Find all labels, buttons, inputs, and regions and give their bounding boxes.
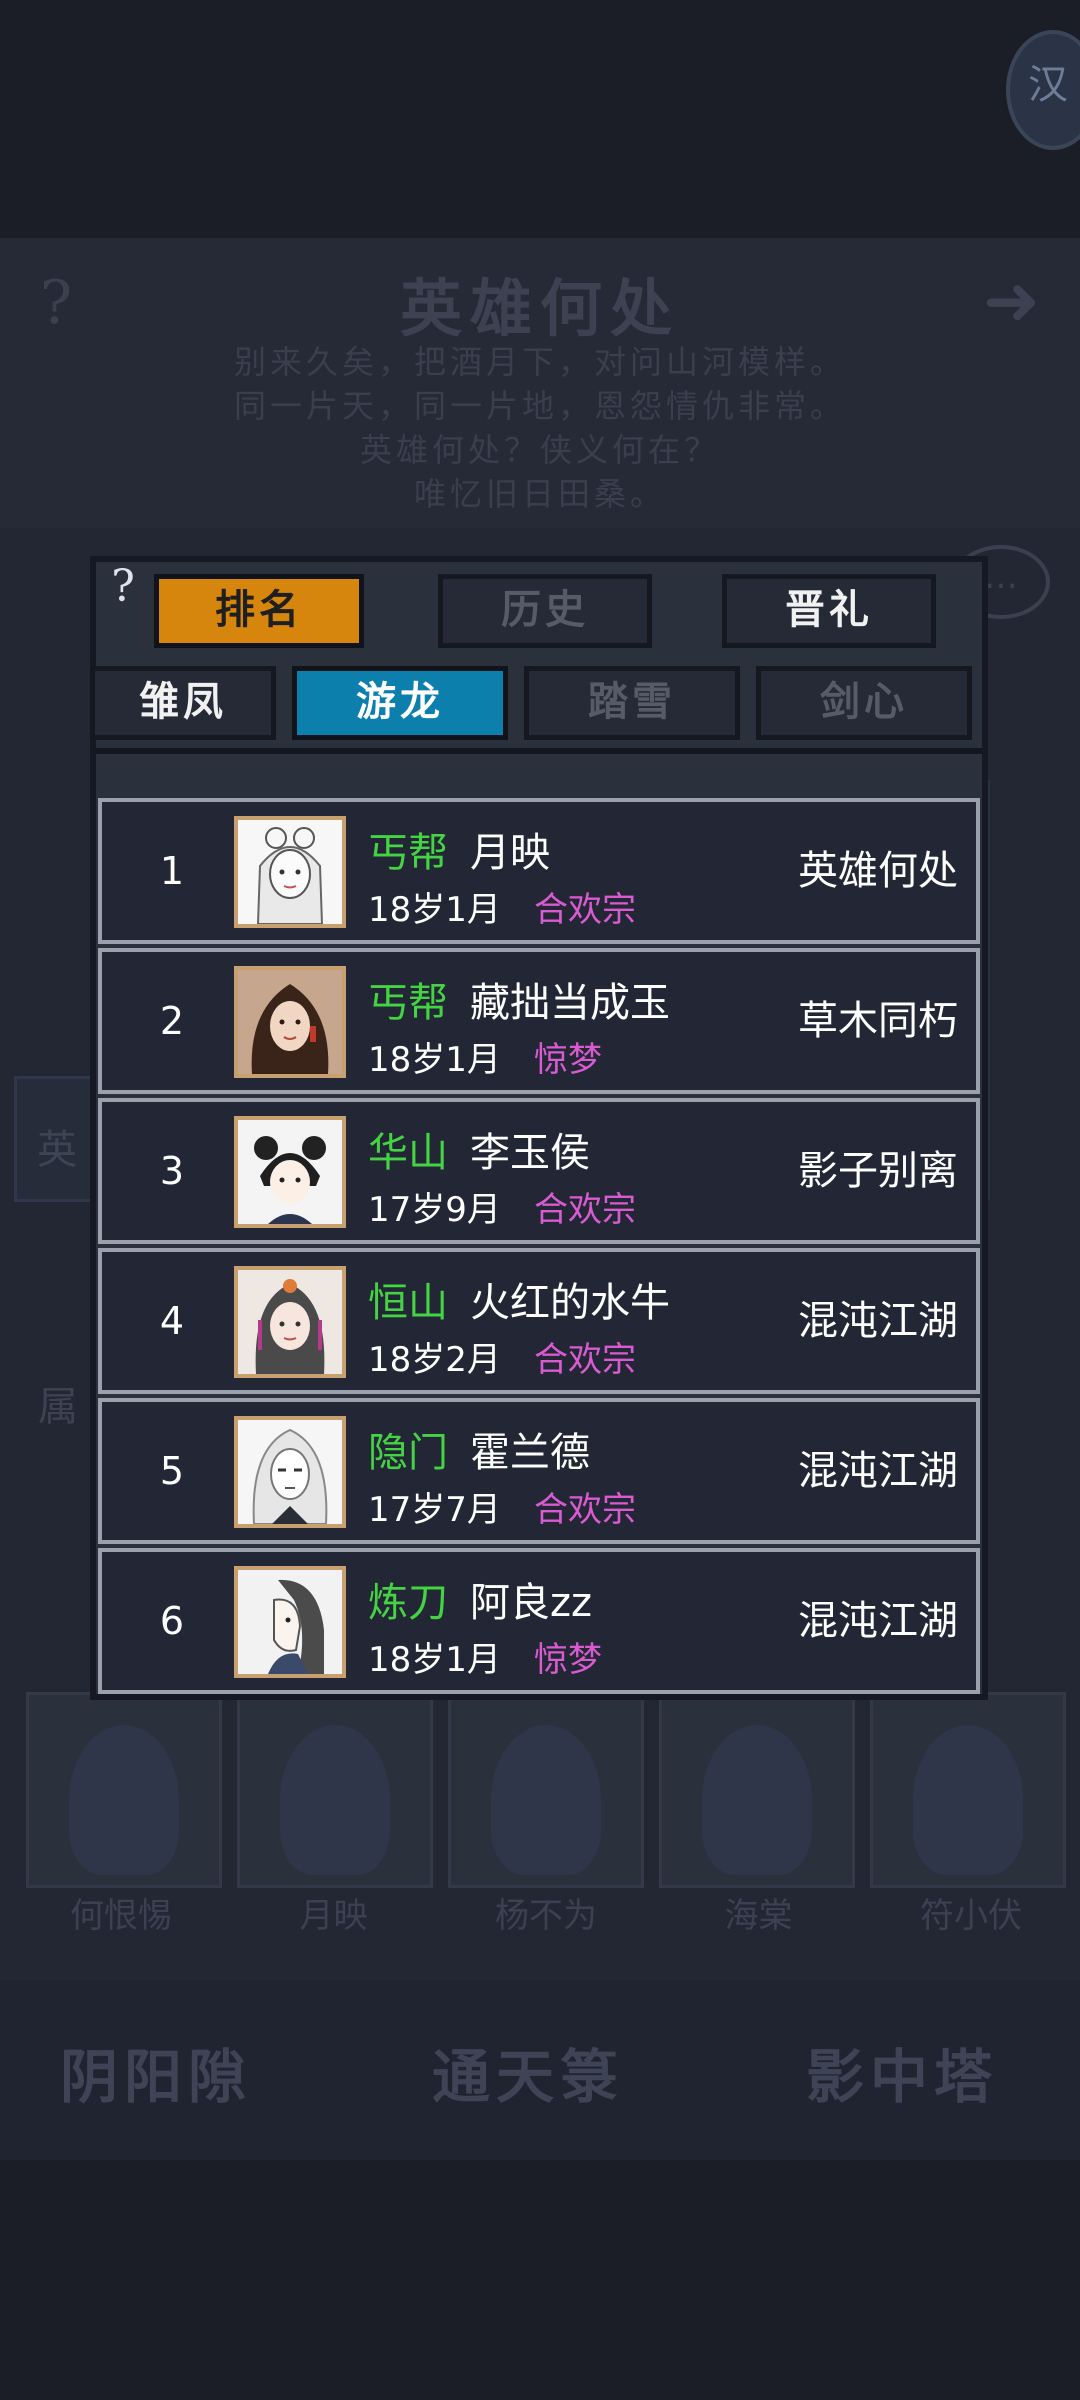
player-age: 17岁9月 [368,1190,501,1230]
rank-number: 3 [159,1149,185,1193]
poem-line: 同一片天，同一片地，恩怨情仇非常。 [233,387,846,425]
player-title: 草木同朽 [798,998,958,1044]
ranking-dialog: ? 排名 历史 晋礼 雏凤 游龙 踏雪 剑心 1 丐帮 月映 18岁1月 合欢宗… [90,556,988,1700]
avatar-portrait-icon [238,970,342,1074]
school-label: 惊梦 [534,1640,602,1680]
player-age: 18岁1月 [368,1640,501,1680]
sect-label: 炼刀 [368,1580,448,1626]
avatar[interactable] [234,966,346,1078]
background-portrait[interactable] [26,1692,222,1888]
school-label: 惊梦 [534,1040,602,1080]
tab-history[interactable]: 历史 [438,574,652,648]
avatar[interactable] [234,1566,346,1678]
tab-taxue[interactable]: 踏雪 [524,666,740,740]
sect-label: 恒山 [368,1280,448,1326]
nav-tongtian[interactable]: 通天箓 [432,2030,624,2114]
sect-label: 华山 [368,1130,448,1176]
player-name: 阿良zz [470,1580,592,1626]
portrait-name: 何恨惕 [70,1896,172,1936]
tab-chufeng[interactable]: 雏凤 [90,666,276,740]
rank-number: 6 [159,1599,185,1643]
ranking-row[interactable]: 5 隐门 霍兰德 17岁7月 合欢宗 混沌江湖 [98,1398,980,1544]
avatar[interactable] [234,1116,346,1228]
school-label: 合欢宗 [534,1490,636,1530]
player-age: 18岁1月 [368,890,501,930]
badge-glyph: 汉 [1028,62,1068,108]
background-portrait-names: 何恨惕 月映 杨不为 海棠 符小伏 [26,1888,1066,1937]
portrait-name: 符小伏 [920,1896,1022,1936]
background-side-frame [987,780,1080,1200]
background-attribute-label: 属 [38,1384,78,1430]
poem-line: 别来久矣，把酒月下，对问山河模样。 [233,343,846,381]
portrait-name: 杨不为 [495,1896,597,1936]
player-name: 月映 [470,830,550,876]
rank-number: 5 [159,1449,185,1493]
player-age: 18岁2月 [368,1340,501,1380]
divider [96,748,982,754]
top-bar [0,0,1080,238]
sect-label: 隐门 [368,1430,448,1476]
avatar-portrait-icon [238,1420,342,1524]
ranking-row[interactable]: 3 华山 李玉侯 17岁9月 合欢宗 影子别离 [98,1098,980,1244]
rank-number: 2 [159,999,185,1043]
avatar-portrait-icon [238,820,342,924]
nav-yingzhongta[interactable]: 影中塔 [806,2030,998,2114]
side-tab-label: 英 [37,1127,77,1173]
player-name: 李玉侯 [470,1130,590,1176]
player-title: 混沌江湖 [798,1298,958,1344]
rank-number: 1 [159,849,185,893]
portrait-name: 月映 [299,1896,368,1936]
background-portrait[interactable] [237,1692,433,1888]
background-poem: 别来久矣，把酒月下，对问山河模样。 同一片天，同一片地，恩怨情仇非常。 英雄何处… [0,340,1080,516]
ranking-row[interactable]: 1 丐帮 月映 18岁1月 合欢宗 英雄何处 [98,798,980,944]
player-name: 霍兰德 [470,1430,590,1476]
player-name: 火红的水牛 [470,1280,670,1326]
help-icon[interactable]: ? [102,565,144,609]
player-title: 混沌江湖 [798,1448,958,1494]
player-title: 英雄何处 [798,848,958,894]
tab-jianxin[interactable]: 剑心 [756,666,972,740]
background-title: 英雄何处 [399,272,680,345]
avatar-portrait-icon [238,1270,342,1374]
ranking-row[interactable]: 6 炼刀 阿良zz 18岁1月 惊梦 混沌江湖 [98,1548,980,1694]
player-title: 混沌江湖 [798,1598,958,1644]
nav-yinyang[interactable]: 阴阳隙 [60,2030,252,2114]
school-label: 合欢宗 [534,1190,636,1230]
avatar-portrait-icon [238,1570,342,1674]
avatar[interactable] [234,816,346,928]
tab-promotion[interactable]: 晋礼 [722,574,936,648]
rank-number: 4 [159,1299,185,1343]
background-portrait[interactable] [870,1692,1066,1888]
sect-label: 丐帮 [368,980,448,1026]
ranking-row[interactable]: 2 丐帮 藏拙当成玉 18岁1月 惊梦 草木同朽 [98,948,980,1094]
background-side-tab[interactable]: 英 [14,1076,100,1202]
avatar-portrait-icon [238,1120,342,1224]
avatar[interactable] [234,1266,346,1378]
player-age: 17岁7月 [368,1490,501,1530]
background-portrait[interactable] [659,1692,855,1888]
ranking-row[interactable]: 4 恒山 火红的水牛 18岁2月 合欢宗 混沌江湖 [98,1248,980,1394]
arrow-right-icon[interactable]: ➜ [983,262,1040,341]
background-portrait-row [26,1692,1066,1888]
school-label: 合欢宗 [534,1340,636,1380]
poem-line: 英雄何处？侠义何在？ [359,431,720,469]
player-title: 影子别离 [798,1148,958,1194]
tab-youlong[interactable]: 游龙 [292,666,508,740]
background-portrait[interactable] [448,1692,644,1888]
avatar[interactable] [234,1416,346,1528]
portrait-name: 海棠 [724,1896,793,1936]
poem-line: 唯忆旧日田桑。 [413,475,666,513]
player-name: 藏拙当成玉 [470,980,670,1026]
tab-ranking[interactable]: 排名 [154,574,364,648]
bottom-area [0,2160,1080,2400]
ranking-list: 1 丐帮 月映 18岁1月 合欢宗 英雄何处 2 丐帮 藏拙当成玉 18岁1月 … [98,798,980,1698]
player-age: 18岁1月 [368,1040,501,1080]
sect-label: 丐帮 [368,830,448,876]
school-label: 合欢宗 [534,890,636,930]
